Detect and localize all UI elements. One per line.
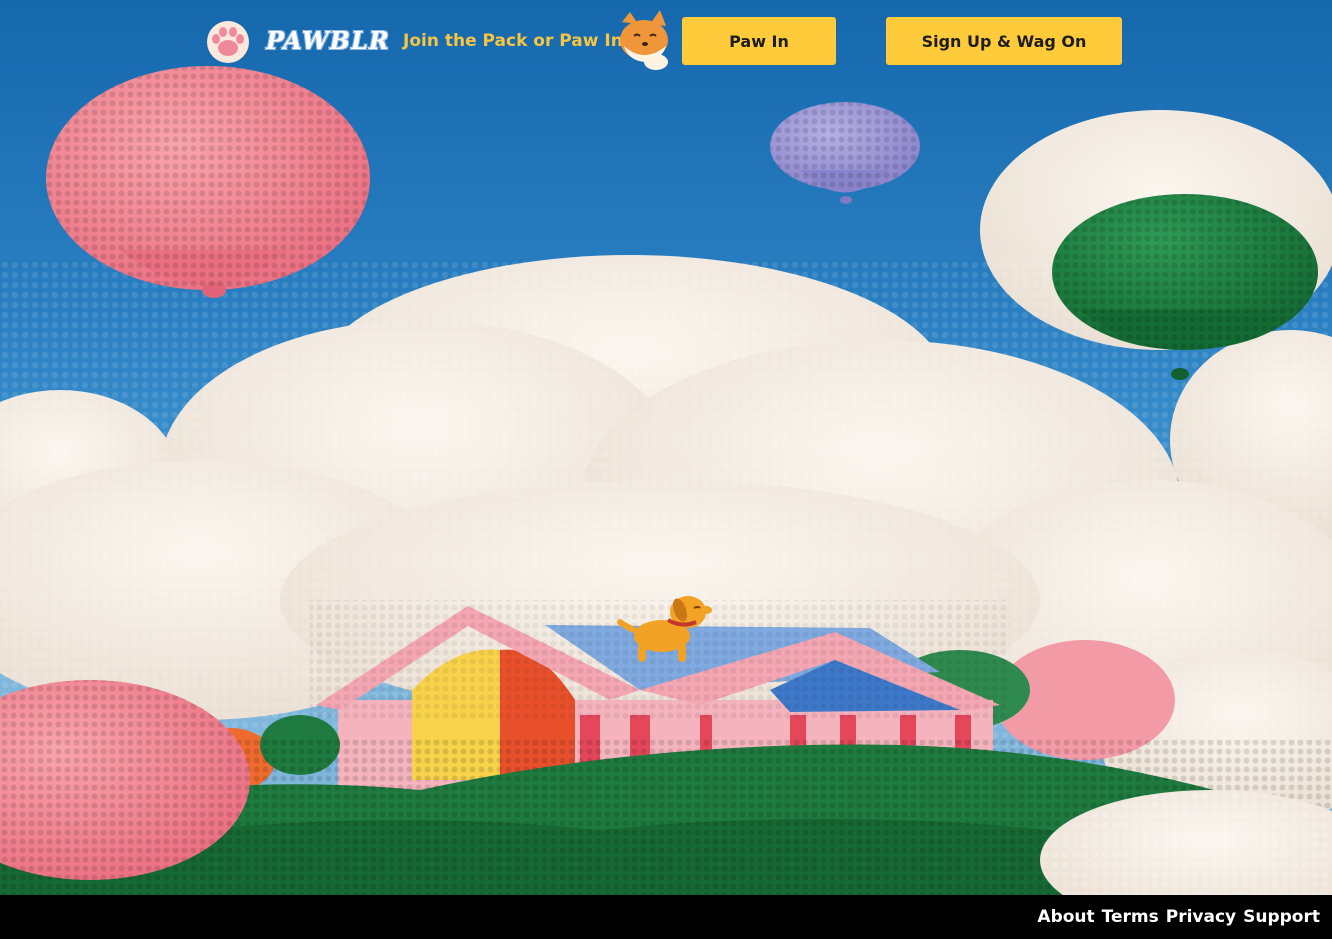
signup-button[interactable]: Sign Up & Wag On xyxy=(886,17,1122,65)
login-button[interactable]: Paw In xyxy=(682,17,836,65)
purple-balloon xyxy=(770,102,920,204)
tagline: Join the Pack or Paw In! xyxy=(403,31,631,51)
hero-background xyxy=(0,0,1332,895)
brand-name[interactable]: PAWBLR xyxy=(266,26,390,55)
top-bar: PAWBLR Join the Pack or Paw In! Paw In S… xyxy=(0,0,1332,80)
paw-icon[interactable] xyxy=(204,20,252,64)
footer-link-about[interactable]: About xyxy=(1037,907,1094,927)
footer-link-support[interactable]: Support xyxy=(1243,907,1320,927)
footer: About Terms Privacy Support xyxy=(0,895,1332,939)
footer-nav: About Terms Privacy Support xyxy=(1037,907,1320,927)
shiba-icon xyxy=(616,10,672,70)
footer-link-terms[interactable]: Terms xyxy=(1102,907,1159,927)
footer-link-privacy[interactable]: Privacy xyxy=(1166,907,1236,927)
